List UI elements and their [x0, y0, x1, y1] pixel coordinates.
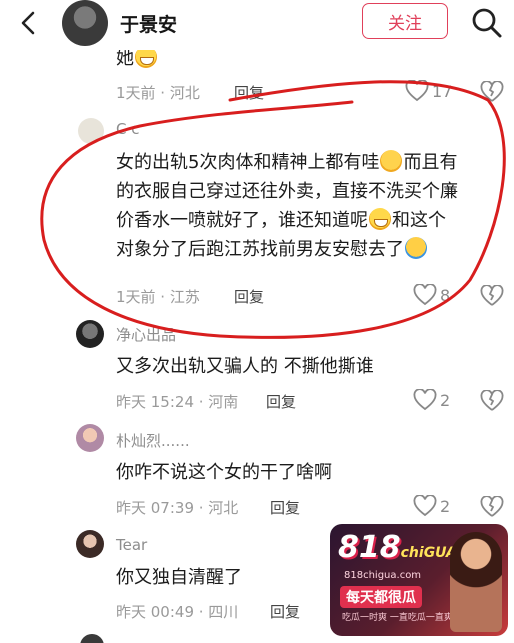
comment-meta: 昨天 00:49 · 四川 — [116, 603, 239, 621]
ad-model-image — [450, 532, 502, 632]
follow-button[interactable]: 关注 — [362, 3, 448, 39]
heart-icon — [413, 284, 437, 306]
ad-url: 818chigua.com — [344, 570, 422, 581]
heart-icon — [405, 80, 429, 102]
commenter-name[interactable]: 净心出品 — [116, 324, 176, 345]
comment-meta: 1天前 · 河北 — [116, 84, 200, 102]
commenter-avatar[interactable] — [76, 320, 104, 348]
reply-button[interactable]: 回复 — [266, 391, 296, 412]
chevron-left-icon[interactable] — [14, 8, 44, 38]
heart-icon — [413, 389, 437, 411]
like-button[interactable]: 17 — [405, 80, 452, 102]
author-avatar[interactable] — [62, 0, 108, 46]
comment-text: 又多次出轨又骗人的 不撕他撕谁 — [116, 356, 374, 377]
reply-button[interactable]: 回复 — [270, 601, 300, 622]
like-count: 2 — [440, 496, 451, 516]
top-bar: 于景安 关注 — [0, 0, 514, 50]
commenter-name[interactable]: Tear — [116, 536, 147, 554]
like-count: 8 — [440, 285, 451, 305]
comment-text: 女的出轨5次肉体和精神上都有哇 而且有 的衣服自己穿过还往外卖，直接不洗买个廉 价… — [116, 150, 458, 260]
heart-icon — [413, 495, 437, 517]
comment-meta: 昨天 07:39 · 河北 — [116, 499, 239, 517]
commenter-avatar[interactable] — [78, 118, 104, 144]
broken-heart-icon[interactable] — [480, 496, 504, 518]
commenter-name[interactable]: C c — [116, 120, 140, 138]
comment-meta: 1天前 · 江苏 — [116, 288, 200, 306]
search-icon[interactable] — [470, 6, 504, 40]
laugh-cry-emoji-icon — [405, 237, 427, 259]
broken-heart-icon[interactable] — [480, 390, 504, 412]
comment-text: 你又独自清醒了 — [116, 567, 242, 588]
ad-banner[interactable]: 818chiGUA 818chigua.com 每天都很瓜 吃瓜一时爽 一直吃瓜… — [330, 524, 508, 636]
reply-button[interactable]: 回复 — [234, 82, 264, 103]
author-name[interactable]: 于景安 — [120, 10, 177, 37]
reply-button[interactable]: 回复 — [234, 286, 264, 307]
grin-emoji-icon — [369, 208, 391, 230]
commenter-avatar[interactable] — [80, 634, 104, 643]
like-button[interactable]: 8 — [413, 284, 450, 306]
ad-subtitle: 吃瓜一时爽 一直吃瓜一直爽 — [342, 613, 453, 623]
like-button[interactable]: 2 — [413, 495, 450, 517]
commenter-name[interactable]: 朴灿烈...... — [116, 430, 190, 451]
comment-text: 你咋不说这个女的干了啥啊 — [116, 462, 332, 483]
ad-logo: 818chiGUA — [338, 530, 457, 565]
broken-heart-icon[interactable] — [480, 81, 504, 103]
commenter-avatar[interactable] — [76, 530, 104, 558]
sweat-face-emoji-icon — [380, 150, 403, 172]
ad-slogan: 每天都很瓜 — [340, 586, 422, 608]
comment-meta: 昨天 15:24 · 河南 — [116, 393, 239, 411]
reply-button[interactable]: 回复 — [270, 497, 300, 518]
broken-heart-icon[interactable] — [480, 285, 504, 307]
like-count: 17 — [432, 81, 453, 101]
like-button[interactable]: 2 — [413, 389, 450, 411]
like-count: 2 — [440, 390, 451, 410]
commenter-avatar[interactable] — [76, 424, 104, 452]
